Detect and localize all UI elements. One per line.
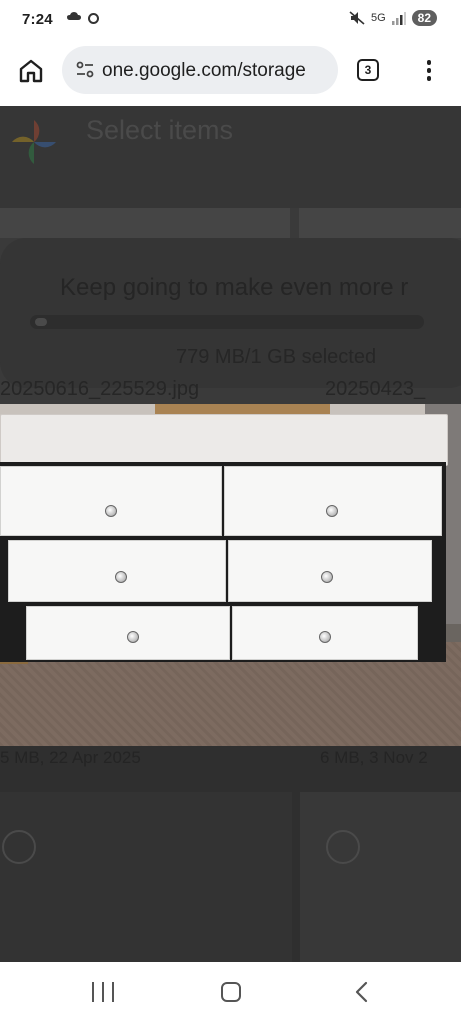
drawer <box>224 466 442 536</box>
status-right: 5G 82 <box>349 10 437 26</box>
storage-progress-bar <box>30 315 424 329</box>
drawer-knob <box>105 505 117 517</box>
select-circle-icon[interactable] <box>326 830 360 864</box>
dresser-body <box>0 462 446 662</box>
network-type: 5G <box>370 12 386 24</box>
drawer-knob <box>319 631 331 643</box>
file-name: 20250616_225529.jpg <box>0 378 200 400</box>
select-circle-icon[interactable] <box>2 830 36 864</box>
dresser-photo <box>0 404 461 746</box>
photo-grid-top <box>0 208 461 238</box>
drawer-knob <box>321 571 333 583</box>
page-title: Select items <box>86 115 234 145</box>
tune-icon[interactable] <box>76 61 94 79</box>
mute-icon <box>349 11 365 25</box>
tab-switcher-button[interactable]: 3 <box>357 59 379 81</box>
photo-tile[interactable] <box>0 792 292 962</box>
back-icon[interactable] <box>354 981 368 1003</box>
file-name: 20250423_ <box>325 378 426 400</box>
selection-message: Keep going to make even more r <box>60 274 409 301</box>
dresser-top <box>0 414 448 466</box>
progress-fill <box>35 318 47 326</box>
google-photos-logo <box>12 120 56 164</box>
address-bar[interactable]: one.google.com/storage <box>62 46 338 94</box>
nav-home-icon[interactable] <box>221 982 241 1002</box>
drawer <box>232 606 418 660</box>
chrome-status-icon <box>88 13 99 24</box>
file-size: 6 MB, 3 Nov 2 <box>320 748 428 767</box>
status-time: 7:24 <box>22 11 53 28</box>
cloud-icon <box>67 12 81 20</box>
photo-tile[interactable] <box>0 208 290 238</box>
photo-tile[interactable] <box>300 792 461 962</box>
drawer <box>228 540 432 602</box>
file-size: 5 MB, 22 Apr 2025 <box>0 748 141 767</box>
selected-size: 779 MB/1 GB selected <box>176 346 377 368</box>
signal-icon <box>391 11 406 25</box>
photo-grid-bottom: 5 MB, 22 Apr 2025 6 MB, 3 Nov 2 <box>0 746 461 962</box>
drawer-knob <box>326 505 338 517</box>
drawer <box>26 606 230 660</box>
battery-level: 82 <box>411 10 437 26</box>
drawer-knob <box>115 571 127 583</box>
home-icon[interactable] <box>18 58 44 84</box>
recent-apps-icon[interactable] <box>92 982 114 1002</box>
url-text[interactable]: one.google.com/storage <box>102 60 306 82</box>
drawer-knob <box>127 631 139 643</box>
page-content: Select items Keep going to make even mor… <box>0 106 461 962</box>
system-nav-bar <box>0 962 461 1024</box>
drawer <box>0 466 222 536</box>
photo-tile[interactable] <box>299 208 461 238</box>
status-bar: 7:24 5G 82 <box>0 0 461 42</box>
drawer <box>8 540 226 602</box>
more-vert-icon[interactable] <box>424 58 434 84</box>
